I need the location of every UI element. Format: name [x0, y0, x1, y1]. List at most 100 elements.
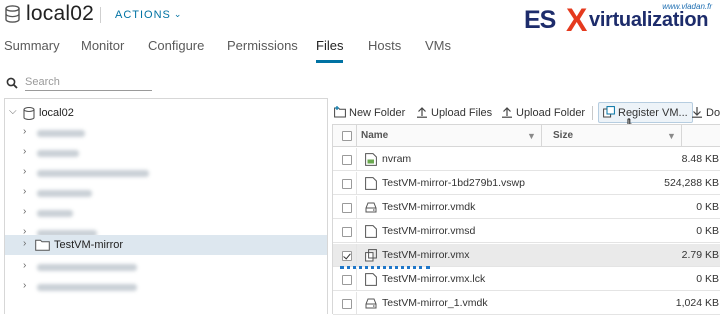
logo-x: X: [566, 2, 588, 38]
tab-vms[interactable]: VMs: [425, 38, 451, 53]
tree-item-blurred[interactable]: ›: [5, 257, 327, 277]
row-checkbox[interactable]: [342, 179, 352, 189]
blurred-folder-label: [37, 264, 137, 271]
datastore-icon: [23, 107, 35, 120]
file-size: 0 KB: [696, 201, 719, 213]
tab-hosts[interactable]: Hosts: [368, 38, 401, 53]
tab-permissions[interactable]: Permissions: [227, 38, 298, 53]
select-all-checkbox[interactable]: [342, 131, 352, 141]
file-name: TestVM-mirror.vmsd: [382, 225, 476, 237]
tree-item-blurred[interactable]: ›: [5, 123, 327, 143]
tree-item-testvm-mirror[interactable]: › TestVM-mirror: [5, 235, 327, 255]
blurred-folder-label: [37, 130, 85, 137]
column-divider: [356, 172, 357, 194]
tree-item-blurred[interactable]: ›: [5, 143, 327, 163]
chevron-right-icon[interactable]: ›: [23, 207, 33, 217]
tree-item-blurred[interactable]: ›: [5, 203, 327, 223]
column-divider: [356, 125, 357, 147]
highlight-dotted-underline: [340, 266, 430, 269]
file-name: TestVM-mirror.vmx: [382, 249, 470, 261]
new-folder-button[interactable]: New Folder: [334, 103, 405, 123]
tab-summary[interactable]: Summary: [4, 38, 60, 53]
datastore-icon: [5, 5, 20, 23]
tree-root-label: local02: [39, 107, 74, 119]
download-icon: [692, 107, 702, 118]
nvram-icon: [365, 153, 377, 166]
row-checkbox[interactable]: [342, 227, 352, 237]
download-button[interactable]: Do: [691, 103, 720, 123]
search-icon: [6, 77, 18, 89]
download-label: Do: [706, 107, 720, 119]
tree-item-blurred[interactable]: ›: [5, 163, 327, 183]
file-size: 8.48 KB: [681, 153, 719, 165]
tree-item-label: TestVM-mirror: [54, 239, 124, 251]
chevron-right-icon[interactable]: ›: [23, 187, 33, 197]
table-row[interactable]: TestVM-mirror.vmx.lck 0 KB: [333, 268, 720, 291]
table-row[interactable]: TestVM-mirror.vmsd 0 KB: [333, 220, 720, 243]
table-row[interactable]: TestVM-mirror.vmx 2.79 KB: [333, 244, 720, 267]
chevron-down-icon[interactable]: ⌵: [9, 107, 19, 117]
column-header-name[interactable]: Name: [361, 130, 388, 141]
tree-item-blurred[interactable]: ›: [5, 277, 327, 297]
row-checkbox[interactable]: [342, 155, 352, 165]
blurred-folder-label: [37, 150, 79, 157]
actions-label: ACTIONS: [115, 9, 171, 21]
file-size: 1,024 KB: [675, 297, 719, 309]
tab-monitor[interactable]: Monitor: [81, 38, 124, 53]
table-row[interactable]: nvram 8.48 KB: [333, 148, 720, 171]
table-row[interactable]: TestVM-mirror.vmdk 0 KB: [333, 196, 720, 219]
upload-icon: [417, 107, 427, 118]
column-divider: [356, 148, 357, 170]
row-checkbox[interactable]: [342, 275, 352, 285]
column-divider: [356, 196, 357, 218]
file-icon: [365, 177, 377, 190]
files-datagrid: Name ▼ Size ▼ nvram 8.48 KB TestVM-mirro…: [332, 124, 720, 315]
chevron-right-icon[interactable]: ›: [23, 261, 33, 271]
chevron-right-icon[interactable]: ›: [23, 127, 33, 137]
table-row[interactable]: TestVM-mirror_1.vmdk 1,024 KB: [333, 292, 720, 315]
folder-icon: [35, 239, 50, 251]
file-name: nvram: [382, 153, 412, 165]
chevron-down-icon: ⌄: [173, 9, 183, 19]
upload-files-button[interactable]: Upload Files: [416, 103, 492, 123]
row-checkbox[interactable]: [342, 299, 352, 309]
chevron-right-icon[interactable]: ›: [23, 281, 33, 291]
header-divider: [100, 7, 101, 23]
actions-menu-button[interactable]: ACTIONS ⌄: [115, 9, 182, 21]
search-input[interactable]: [25, 73, 152, 91]
column-divider: [356, 220, 357, 242]
upload-folder-button[interactable]: Upload Folder: [501, 103, 585, 123]
filter-icon[interactable]: ▼: [667, 131, 676, 141]
column-header-size[interactable]: Size: [553, 130, 573, 141]
tab-configure[interactable]: Configure: [148, 38, 204, 53]
blurred-folder-label: [37, 170, 149, 177]
register-vm-button[interactable]: Register VM...: [598, 102, 693, 123]
column-divider: [356, 268, 357, 290]
row-checkbox[interactable]: [342, 251, 352, 261]
blurred-folder-label: [37, 210, 73, 217]
row-checkbox[interactable]: [342, 203, 352, 213]
tab-files[interactable]: Files: [316, 38, 343, 53]
file-name: TestVM-mirror.vmdk: [382, 201, 476, 213]
chevron-right-icon[interactable]: ›: [23, 147, 33, 157]
filter-icon[interactable]: ▼: [527, 131, 536, 141]
upload-icon: [502, 107, 512, 118]
column-divider: [681, 125, 682, 147]
disk-icon: [365, 202, 377, 213]
file-icon: [365, 225, 377, 238]
register-vm-icon: [603, 106, 615, 118]
tree-root-local02[interactable]: ⌵ local02: [5, 103, 327, 123]
tree-item-blurred[interactable]: ›: [5, 183, 327, 203]
blurred-folder-label: [37, 190, 92, 197]
upload-files-label: Upload Files: [431, 107, 493, 119]
table-row[interactable]: TestVM-mirror-1bd279b1.vswp 524,288 KB: [333, 172, 720, 195]
vmx-icon: [365, 249, 377, 262]
chevron-right-icon[interactable]: ›: [23, 239, 33, 249]
logo-virtualization: virtualization: [589, 9, 709, 31]
active-tab-indicator: [316, 60, 343, 63]
chevron-right-icon[interactable]: ›: [23, 167, 33, 177]
logo-es: ES: [524, 6, 556, 34]
object-tabs: Summary Monitor Configure Permissions Fi…: [0, 38, 720, 64]
file-icon: [365, 273, 377, 286]
new-folder-label: New Folder: [349, 107, 406, 119]
